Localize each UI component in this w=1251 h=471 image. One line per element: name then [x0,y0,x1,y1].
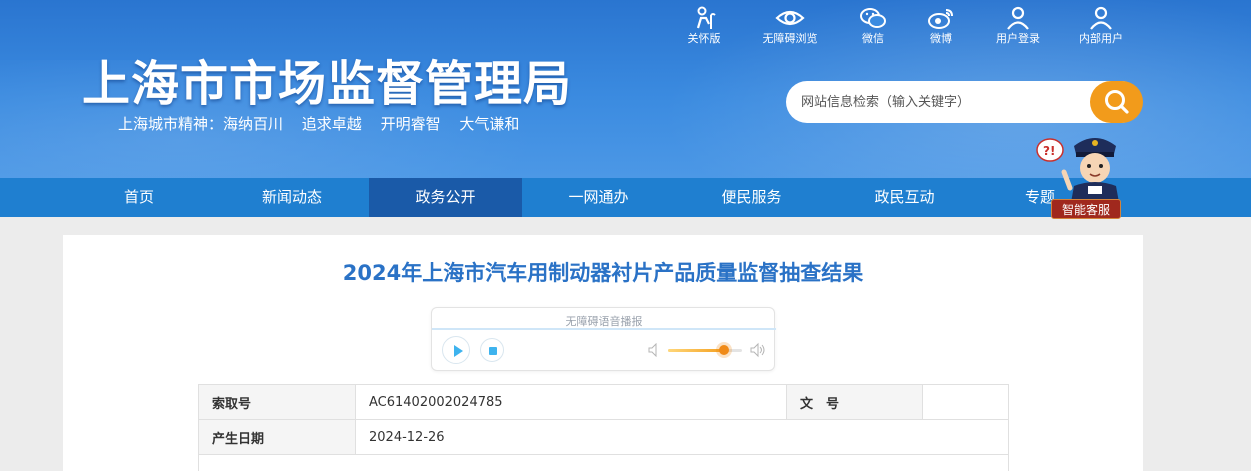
search-box [786,81,1142,123]
slogan-part: 大气谦和 [459,115,520,133]
slogan-part: 追求卓越 [301,115,362,133]
weibo-label: 微博 [930,32,952,45]
city-slogan: 上海城市精神：海纳百川 追求卓越 开明睿智 大气谦和 [118,113,533,134]
stop-icon [489,347,497,355]
page: 上海市市场监督管理局 上海城市精神：海纳百川 追求卓越 开明睿智 大气谦和 关怀… [0,0,1251,471]
elderly-care-icon [696,6,716,29]
stop-button[interactable] [480,338,504,362]
date-label: 产生日期 [198,419,356,455]
volume-knob[interactable] [718,345,729,355]
wechat-link[interactable]: 微信 [838,6,908,46]
volume-fill [668,349,724,352]
user-icon [1007,6,1029,30]
user-icon [1090,6,1112,30]
article-panel: 2024年上海市汽车用制动器衬片产品质量监督抽查结果 无障碍语音播报 索取号 A… [63,235,1143,471]
accessible-browse-label: 无障碍浏览 [762,32,818,45]
table-row: 索取号 AC61402002024785 文 号 [198,384,1009,420]
user-login-label: 用户登录 [996,32,1040,45]
weibo-link[interactable]: 微博 [906,6,976,46]
volume-slider[interactable] [668,345,742,355]
table-row: 产生日期 2024-12-26 [198,419,1009,455]
user-login-link[interactable]: 用户登录 [983,6,1053,46]
player-label: 无障碍语音播报 [565,315,643,328]
care-version-link[interactable]: 关怀版 [669,6,739,46]
player-progress-line [432,328,776,330]
smart-service-button[interactable]: 智能客服 [1051,199,1121,219]
play-icon [454,345,463,357]
volume-low-icon [648,343,657,357]
weibo-icon [928,9,953,29]
doc-no-value [922,384,1009,420]
internal-user-link[interactable]: 内部用户 [1066,6,1136,46]
nav-item-public-service[interactable]: 便民服务 [675,178,828,217]
internal-user-label: 内部用户 [1079,32,1123,45]
slogan-part: 开明睿智 [380,115,441,133]
eye-icon [775,10,805,26]
accessible-browse-link[interactable]: 无障碍浏览 [755,6,825,46]
play-button[interactable] [442,336,470,364]
document-meta-table: 索取号 AC61402002024785 文 号 产生日期 2024-12-26 [198,384,1009,471]
search-input[interactable] [786,81,1096,123]
nav-item-one-network[interactable]: 一网通办 [522,178,675,217]
nav-item-interaction[interactable]: 政民互动 [828,178,981,217]
wechat-icon [860,8,886,28]
wechat-label: 微信 [862,32,884,45]
slogan-part: 上海城市精神：海纳百川 [118,115,284,133]
svg-text:?!: ?! [1043,144,1055,158]
site-title[interactable]: 上海市市场监督管理局 [82,44,572,114]
doc-no-label: 文 号 [786,384,923,420]
date-value: 2024-12-26 [355,419,1009,455]
search-button[interactable] [1090,81,1143,123]
search-icon [1105,90,1129,114]
volume-high-icon [750,342,765,358]
nav-item-home[interactable]: 首页 [63,178,215,217]
care-version-label: 关怀版 [687,32,721,45]
index-no-value: AC61402002024785 [355,384,787,420]
nav-item-news[interactable]: 新闻动态 [215,178,369,217]
index-no-label: 索取号 [198,384,356,420]
nav-item-gov-affairs[interactable]: 政务公开 [369,178,522,217]
article-title: 2024年上海市汽车用制动器衬片产品质量监督抽查结果 [342,261,864,285]
table-row [198,454,1009,471]
table-cell [198,454,1009,471]
voice-player: 无障碍语音播报 [431,307,776,371]
